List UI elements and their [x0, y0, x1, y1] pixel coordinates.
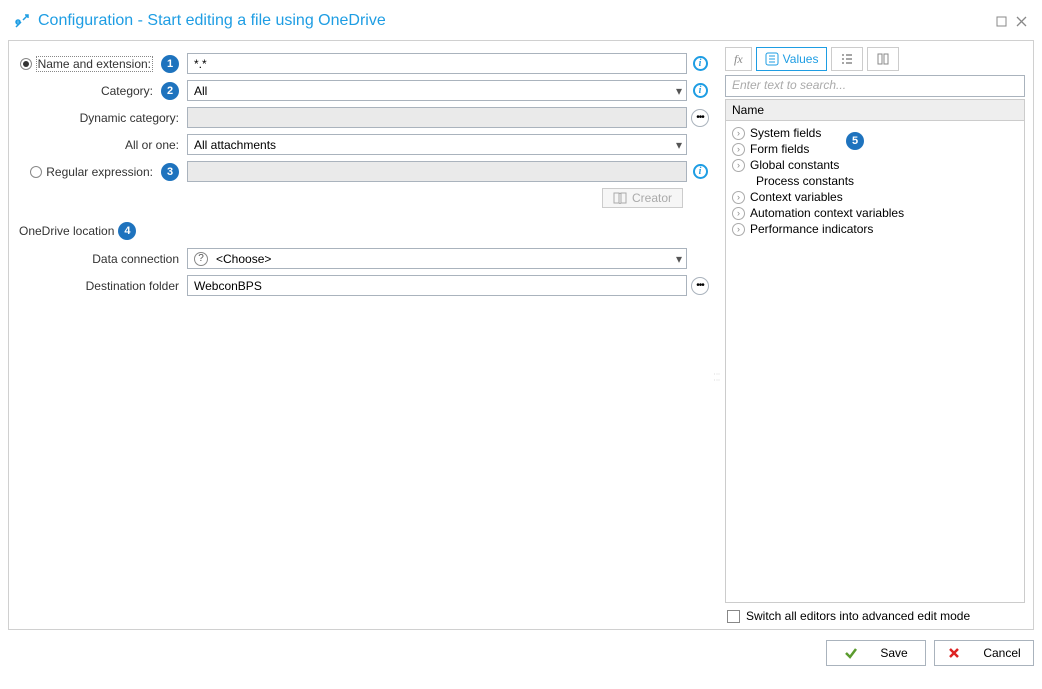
question-icon: ?: [194, 252, 208, 266]
values-icon: [765, 52, 779, 66]
tree-item-global-constants[interactable]: ›Global constants: [728, 157, 1022, 173]
expand-icon[interactable]: ›: [732, 143, 745, 156]
name-ext-input[interactable]: [187, 53, 687, 74]
dynamic-category-input: [187, 107, 687, 128]
tree-header: Name: [725, 99, 1025, 121]
badge-2: 2: [161, 82, 179, 100]
tab-columns[interactable]: [867, 47, 899, 71]
onedrive-section-label: OneDrive location: [17, 224, 114, 238]
advanced-mode-checkbox[interactable]: [727, 610, 740, 623]
all-or-one-value: All attachments: [194, 138, 276, 152]
advanced-mode-label: Switch all editors into advanced edit mo…: [746, 609, 970, 623]
badge-4: 4: [118, 222, 136, 240]
ellipsis-button-folder[interactable]: •••: [691, 277, 709, 295]
regex-input: [187, 161, 687, 182]
resize-grip[interactable]: ⋮⋮: [714, 371, 717, 383]
dynamic-category-label: Dynamic category:: [80, 111, 179, 125]
chevron-down-icon: ▾: [676, 84, 682, 98]
maximize-button[interactable]: [994, 14, 1008, 28]
expand-icon[interactable]: ›: [732, 207, 745, 220]
save-button[interactable]: Save: [826, 640, 926, 666]
info-button-category[interactable]: i: [691, 82, 709, 100]
badge-3: 3: [161, 163, 179, 181]
side-pane: fx Values Enter text to search... Name 5…: [717, 41, 1033, 629]
expand-icon[interactable]: ›: [732, 223, 745, 236]
cancel-icon: [947, 646, 961, 660]
tab-strip: fx Values: [725, 47, 1025, 71]
chevron-down-icon: ▾: [676, 252, 682, 266]
save-label: Save: [880, 646, 907, 660]
ellipsis-button-dyn[interactable]: •••: [691, 109, 709, 127]
title-bar: Configuration - Start editing a file usi…: [8, 8, 1034, 40]
form-pane: Name and extension: 1 i Category: 2 All …: [9, 41, 717, 629]
creator-button[interactable]: Creator: [602, 188, 683, 208]
tree-item-system-fields[interactable]: ›System fields: [728, 125, 1022, 141]
chevron-down-icon: ▾: [676, 138, 682, 152]
tree-item-performance[interactable]: ›Performance indicators: [728, 221, 1022, 237]
tools-icon: [14, 13, 30, 29]
badge-5: 5: [846, 132, 864, 150]
badge-1: 1: [161, 55, 179, 73]
tab-values-label: Values: [783, 52, 819, 66]
data-connection-label: Data connection: [92, 252, 179, 266]
tree-item-form-fields[interactable]: ›Form fields: [728, 141, 1022, 157]
regex-label: Regular expression:: [46, 165, 153, 179]
tab-list[interactable]: [831, 47, 863, 71]
expand-icon[interactable]: ›: [732, 159, 745, 172]
destination-folder-label: Destination folder: [86, 279, 179, 293]
columns-icon: [876, 52, 890, 66]
category-dropdown[interactable]: All ▾: [187, 80, 687, 101]
cancel-button[interactable]: Cancel: [934, 640, 1034, 666]
cancel-label: Cancel: [983, 646, 1020, 660]
expand-icon[interactable]: ›: [732, 191, 745, 204]
destination-folder-input[interactable]: [187, 275, 687, 296]
footer: Save Cancel: [8, 630, 1034, 666]
info-button-regex[interactable]: i: [691, 163, 709, 181]
name-and-extension-label: Name and extension:: [36, 56, 153, 72]
tab-fx[interactable]: fx: [725, 47, 752, 71]
list-icon: [840, 52, 854, 66]
regex-radio[interactable]: [30, 166, 42, 178]
book-icon: [613, 192, 627, 204]
tree-body: 5 ›System fields ›Form fields ›Global co…: [725, 121, 1025, 603]
search-input[interactable]: Enter text to search...: [725, 75, 1025, 97]
info-button-name-ext[interactable]: i: [691, 55, 709, 73]
all-or-one-dropdown[interactable]: All attachments ▾: [187, 134, 687, 155]
expand-icon[interactable]: ›: [732, 127, 745, 140]
data-connection-dropdown[interactable]: ? <Choose> ▾: [187, 248, 687, 269]
creator-label: Creator: [632, 191, 672, 205]
close-button[interactable]: [1014, 14, 1028, 28]
all-or-one-label: All or one:: [125, 138, 179, 152]
window-title: Configuration - Start editing a file usi…: [38, 12, 386, 30]
category-label: Category:: [101, 84, 153, 98]
tree-item-automation-context[interactable]: ›Automation context variables: [728, 205, 1022, 221]
tree-item-process-constants[interactable]: Process constants: [728, 173, 1022, 189]
check-icon: [844, 646, 858, 660]
tree-item-context-variables[interactable]: ›Context variables: [728, 189, 1022, 205]
category-value: All: [194, 84, 207, 98]
tab-values[interactable]: Values: [756, 47, 828, 71]
data-connection-value: <Choose>: [216, 252, 271, 266]
name-and-extension-radio[interactable]: [20, 58, 32, 70]
